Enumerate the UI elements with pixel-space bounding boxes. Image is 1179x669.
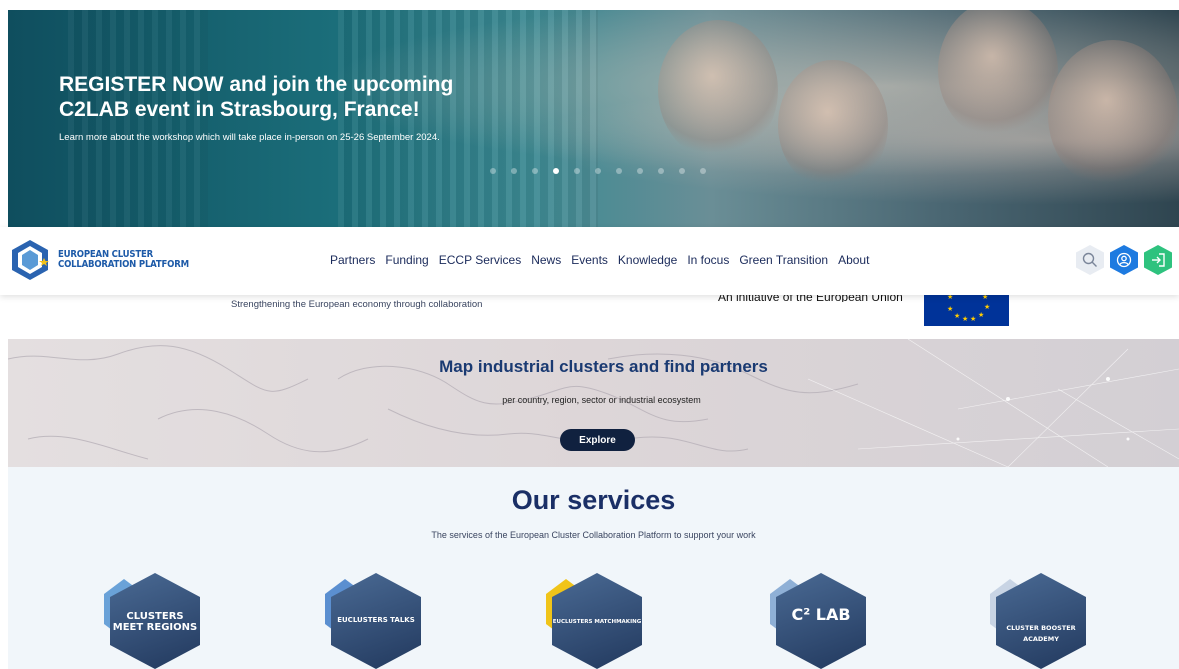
carousel-dot[interactable]: [490, 168, 496, 174]
nav-funding[interactable]: Funding: [385, 253, 428, 267]
nav-partners[interactable]: Partners: [330, 253, 375, 267]
carousel-dot[interactable]: [511, 168, 517, 174]
nav-knowledge[interactable]: Knowledge: [618, 253, 677, 267]
nav-events[interactable]: Events: [571, 253, 608, 267]
hero-person: [658, 20, 778, 160]
explore-button[interactable]: Explore: [560, 429, 635, 451]
service-clusters-meet-regions[interactable]: CLUSTERS MEET REGIONS: [104, 573, 200, 669]
search-button[interactable]: [1076, 245, 1104, 275]
hero-person: [778, 60, 888, 190]
carousel-dot[interactable]: [658, 168, 664, 174]
svg-text:★: ★: [978, 311, 984, 319]
nav-in-focus[interactable]: In focus: [687, 253, 729, 267]
services-subtitle: The services of the European Cluster Col…: [431, 530, 756, 540]
carousel-dot[interactable]: [700, 168, 706, 174]
nav-green-transition[interactable]: Green Transition: [739, 253, 828, 267]
hero-carousel[interactable]: REGISTER NOW and join the upcoming C2LAB…: [8, 10, 1179, 227]
service-badge-label: C² LAB: [791, 605, 851, 624]
svg-text:★: ★: [954, 312, 960, 320]
svg-text:★: ★: [984, 303, 990, 311]
service-cluster-booster-academy[interactable]: CLUSTER BOOSTER ACADEMY: [990, 573, 1086, 669]
carousel-dot[interactable]: [532, 168, 538, 174]
site-tagline: Strengthening the European economy throu…: [231, 299, 483, 310]
services-section: Our services The services of the Europea…: [8, 467, 1179, 669]
nav-news[interactable]: News: [531, 253, 561, 267]
service-euclusters-talks[interactable]: EUCLUSTERS TALKS: [325, 573, 421, 669]
hero-title[interactable]: REGISTER NOW and join the upcoming C2LAB…: [59, 72, 529, 122]
search-icon: [1082, 252, 1097, 267]
svg-text:★: ★: [970, 315, 976, 323]
carousel-dot[interactable]: [553, 168, 559, 174]
service-badge-label: CLUSTERS MEET REGIONS: [112, 611, 198, 633]
map-banner-subtitle: per country, region, sector or industria…: [502, 395, 701, 405]
hero-subtitle: Learn more about the workshop which will…: [59, 132, 440, 143]
login-button[interactable]: [1144, 245, 1172, 275]
hero-person: [938, 10, 1058, 140]
logo-line-2: COLLABORATION PLATFORM: [58, 259, 189, 270]
svg-text:★: ★: [947, 305, 953, 313]
nav-eccp-services[interactable]: ECCP Services: [439, 253, 521, 267]
service-euclusters-matchmaking[interactable]: EUCLUSTERS MATCHMAKING: [546, 573, 642, 669]
svg-text:★: ★: [962, 315, 968, 323]
services-title: Our services: [511, 485, 676, 515]
site-logo[interactable]: EUROPEAN CLUSTER COLLABORATION PLATFORM: [8, 238, 189, 282]
cluster-map-banner: Map industrial clusters and find partner…: [8, 339, 1179, 467]
header-actions: [1076, 245, 1172, 275]
service-c2lab[interactable]: C² LAB: [770, 573, 866, 669]
service-badge-label: EUCLUSTERS TALKS: [337, 616, 415, 624]
carousel-dot[interactable]: [595, 168, 601, 174]
service-badge-label: EUCLUSTERS MATCHMAKING: [552, 619, 642, 625]
nav-about[interactable]: About: [838, 253, 869, 267]
logo-text: EUROPEAN CLUSTER COLLABORATION PLATFORM: [58, 250, 189, 270]
user-icon: [1116, 252, 1132, 268]
eccp-logo-icon: [12, 240, 49, 280]
login-icon: [1152, 253, 1165, 267]
carousel-dots: [490, 168, 706, 174]
site-header: EUROPEAN CLUSTER COLLABORATION PLATFORM …: [0, 227, 1179, 295]
carousel-dot[interactable]: [637, 168, 643, 174]
map-banner-title: Map industrial clusters and find partner…: [439, 357, 768, 376]
service-badge-label: CLUSTER BOOSTER ACADEMY: [1006, 624, 1076, 643]
account-button[interactable]: [1110, 245, 1138, 275]
main-nav: Partners Funding ECCP Services News Even…: [330, 253, 869, 267]
carousel-dot[interactable]: [679, 168, 685, 174]
hero-person: [1048, 40, 1178, 190]
carousel-dot[interactable]: [574, 168, 580, 174]
carousel-dot[interactable]: [616, 168, 622, 174]
